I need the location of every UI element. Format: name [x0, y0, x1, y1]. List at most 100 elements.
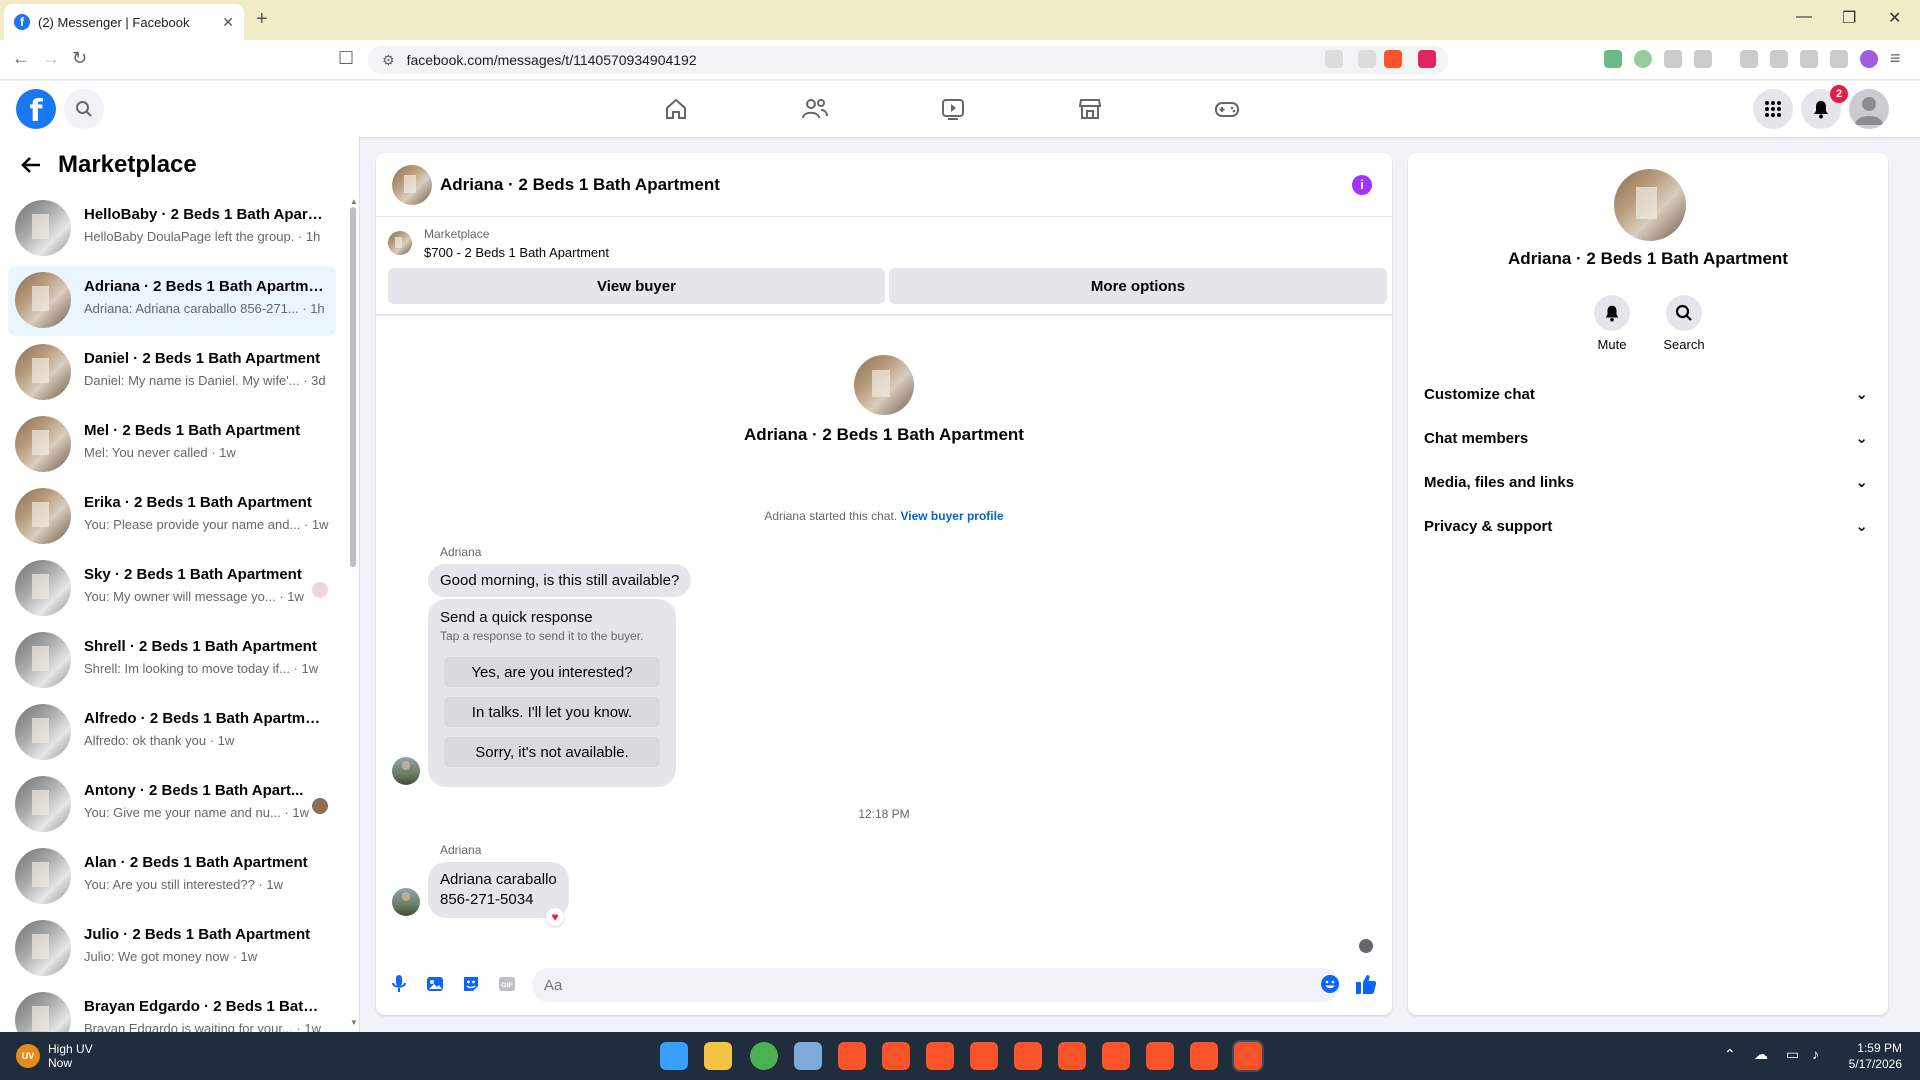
- chat-avatar[interactable]: [392, 165, 432, 205]
- like-thumb-icon[interactable]: [1355, 973, 1377, 995]
- message-input[interactable]: [532, 968, 1340, 1002]
- video-icon[interactable]: [933, 91, 973, 127]
- details-avatar[interactable]: [1614, 169, 1686, 241]
- menu-grid-icon[interactable]: [1753, 89, 1793, 129]
- address-bar[interactable]: ⚙ facebook.com/messages/t/11405709349041…: [368, 46, 1448, 74]
- brave-icon[interactable]: [1102, 1042, 1130, 1070]
- chrome-icon[interactable]: [750, 1042, 778, 1070]
- brave-shield-icon[interactable]: [1384, 50, 1402, 68]
- file-explorer-icon[interactable]: [704, 1042, 732, 1070]
- conversation-item[interactable]: Julio · 2 Beds 1 Bath Apartment Julio: We…: [8, 914, 336, 984]
- back-arrow-icon[interactable]: [20, 154, 42, 176]
- extension-icon[interactable]: [1694, 50, 1712, 68]
- gaming-icon[interactable]: [1207, 91, 1247, 127]
- brave-icon[interactable]: [1190, 1042, 1218, 1070]
- gif-icon[interactable]: GIF: [496, 973, 518, 995]
- microphone-icon[interactable]: [388, 973, 410, 995]
- customize-chat-section[interactable]: Customize chat ⌄: [1424, 376, 1872, 412]
- more-options-button[interactable]: More options: [889, 268, 1387, 304]
- facebook-logo-icon[interactable]: f: [16, 89, 56, 129]
- browser-tab[interactable]: f (2) Messenger | Facebook ✕: [4, 4, 244, 40]
- conversation-item[interactable]: Erika · 2 Beds 1 Bath Apartment You: Plea…: [8, 482, 336, 552]
- quick-reply-button[interactable]: Sorry, it's not available.: [444, 737, 660, 767]
- message-bubble[interactable]: Good morning, is this still available?: [428, 564, 692, 597]
- cast-icon[interactable]: [1325, 50, 1343, 68]
- brave-icon[interactable]: [970, 1042, 998, 1070]
- profile-icon[interactable]: [1860, 50, 1878, 68]
- brave-icon[interactable]: [882, 1042, 910, 1070]
- volume-icon[interactable]: ♪: [1812, 1046, 1819, 1062]
- back-icon[interactable]: ←: [12, 48, 30, 69]
- minimize-icon[interactable]: —: [1796, 8, 1812, 26]
- heart-reaction-icon[interactable]: ♥: [546, 908, 564, 926]
- extension-icon[interactable]: [1634, 50, 1652, 68]
- marketplace-icon[interactable]: [1070, 91, 1110, 127]
- brave-icon[interactable]: [1014, 1042, 1042, 1070]
- search-conversation-button[interactable]: Search: [1654, 295, 1714, 352]
- mute-button[interactable]: Mute: [1582, 295, 1642, 352]
- brave-icon[interactable]: [1232, 1040, 1264, 1072]
- conversation-item[interactable]: Shrell · 2 Beds 1 Bath Apartment Shrell: …: [8, 626, 336, 696]
- conversation-item[interactable]: Brayan Edgardo · 2 Beds 1 Bath ... Brayan…: [8, 986, 336, 1032]
- brave-icon[interactable]: [838, 1042, 866, 1070]
- media-files-links-section[interactable]: Media, files and links ⌄: [1424, 464, 1872, 500]
- onedrive-icon[interactable]: ☁: [1754, 1046, 1768, 1063]
- sidebar-icon[interactable]: [1740, 50, 1758, 68]
- extensions-puzzle-icon[interactable]: [1664, 50, 1682, 68]
- info-icon[interactable]: i: [1352, 175, 1372, 195]
- wallet-icon[interactable]: [1770, 50, 1788, 68]
- message-bubble[interactable]: Adriana caraballo 856-271-5034: [428, 862, 569, 918]
- network-icon[interactable]: ▭: [1786, 1046, 1799, 1063]
- scroll-down-icon[interactable]: ▼: [350, 1018, 358, 1027]
- vpn-icon[interactable]: [1830, 50, 1848, 68]
- chat-members-section[interactable]: Chat members ⌄: [1424, 420, 1872, 456]
- emoji-icon[interactable]: [1319, 973, 1341, 995]
- view-buyer-profile-link[interactable]: View buyer profile: [900, 509, 1003, 523]
- view-buyer-button[interactable]: View buyer: [388, 268, 885, 304]
- conversation-item[interactable]: Alfredo · 2 Beds 1 Bath Apartment Alfredo…: [8, 698, 336, 768]
- brave-icon[interactable]: [1146, 1042, 1174, 1070]
- clock[interactable]: 1:59 PM 5/17/2026: [1849, 1040, 1902, 1072]
- account-avatar[interactable]: [1849, 89, 1889, 129]
- notepad-icon[interactable]: [794, 1042, 822, 1070]
- search-icon[interactable]: [64, 89, 104, 129]
- sticker-icon[interactable]: [460, 973, 482, 995]
- share-icon[interactable]: [1358, 50, 1376, 68]
- restore-icon[interactable]: ❐: [1842, 8, 1856, 28]
- photo-icon[interactable]: [424, 973, 446, 995]
- scrollbar-thumb[interactable]: [350, 207, 356, 567]
- close-tab-icon[interactable]: ✕: [222, 14, 234, 31]
- friends-icon[interactable]: [795, 91, 835, 127]
- privacy-support-section[interactable]: Privacy & support ⌄: [1424, 508, 1872, 544]
- reload-icon[interactable]: ↻: [72, 48, 87, 69]
- brave-rewards-icon[interactable]: [1418, 50, 1436, 68]
- home-icon[interactable]: [656, 91, 696, 127]
- forward-icon[interactable]: →: [42, 48, 60, 69]
- quick-reply-button[interactable]: In talks. I'll let you know.: [444, 697, 660, 727]
- conversation-item[interactable]: Daniel · 2 Beds 1 Bath Apartment Daniel: …: [8, 338, 336, 408]
- brave-icon[interactable]: [1058, 1042, 1086, 1070]
- conversation-item[interactable]: Mel · 2 Beds 1 Bath Apartment Mel: You ne…: [8, 410, 336, 480]
- conversation-item[interactable]: Adriana · 2 Beds 1 Bath Apartment Adriana…: [8, 266, 336, 336]
- bookmark-icon[interactable]: ☐: [338, 48, 354, 69]
- extension-icon[interactable]: [1604, 50, 1622, 68]
- weather-widget[interactable]: UV High UV Now: [16, 1042, 93, 1070]
- menu-icon[interactable]: ≡: [1890, 48, 1901, 69]
- brave-icon[interactable]: [926, 1042, 954, 1070]
- scroll-up-icon[interactable]: ▲: [350, 197, 358, 206]
- conversation-item[interactable]: Sky · 2 Beds 1 Bath Apartment You: My own…: [8, 554, 336, 624]
- conversation-avatar[interactable]: [854, 355, 914, 415]
- conversation-scrollbar[interactable]: ▲ ▼: [349, 197, 358, 1027]
- close-window-icon[interactable]: ✕: [1888, 8, 1901, 28]
- tray-chevron-icon[interactable]: ⌃: [1724, 1046, 1736, 1063]
- quick-reply-button[interactable]: Yes, are you interested?: [444, 657, 660, 687]
- conversation-item[interactable]: Antony · 2 Beds 1 Bath Apart... You: Give…: [8, 770, 336, 840]
- site-info-icon[interactable]: ⚙: [382, 52, 395, 69]
- start-icon[interactable]: [660, 1042, 688, 1070]
- message-timestamp: 12:18 PM: [858, 807, 910, 821]
- conversation-item[interactable]: Alan · 2 Beds 1 Bath Apartment You: Are y…: [8, 842, 336, 912]
- leo-ai-icon[interactable]: [1800, 50, 1818, 68]
- conversation-item[interactable]: HelloBaby · 2 Beds 1 Bath Apart... HelloB…: [8, 194, 336, 264]
- chat-title[interactable]: Adriana · 2 Beds 1 Bath Apartment: [440, 175, 720, 195]
- new-tab-icon[interactable]: +: [256, 8, 268, 31]
